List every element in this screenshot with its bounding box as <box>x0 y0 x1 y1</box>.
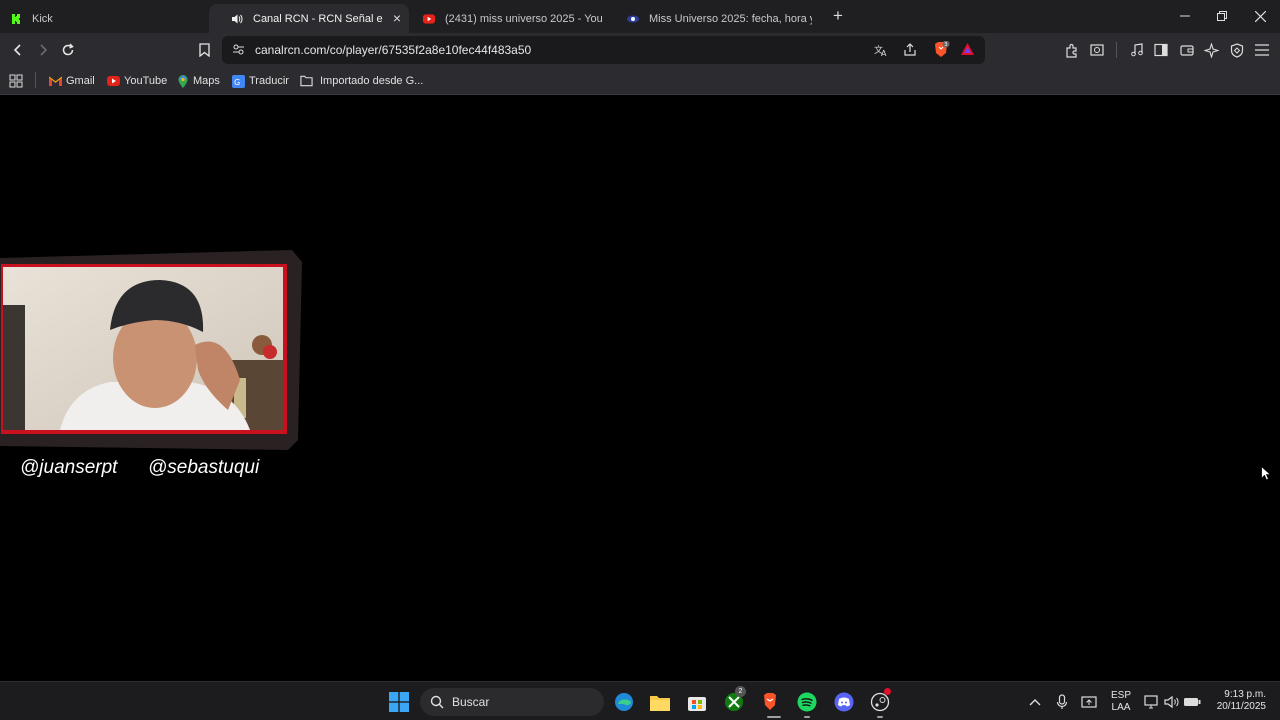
svg-text:3: 3 <box>944 42 947 48</box>
site-icon <box>627 13 639 25</box>
tab-canal-rcn[interactable]: Canal RCN - RCN Señal en Vivo × <box>209 4 409 33</box>
brave-rewards-icon[interactable] <box>960 42 975 62</box>
toolbar-divider <box>1116 42 1117 58</box>
active-app-indicator <box>767 716 781 718</box>
spotify-icon[interactable] <box>796 691 818 713</box>
screenshot-icon[interactable] <box>1087 40 1107 60</box>
tab-strip: Kick Canal RCN - RCN Señal en Vivo × (24… <box>0 0 1280 33</box>
forward-icon[interactable] <box>33 40 53 60</box>
bookmark-gmail[interactable]: Gmail <box>49 73 95 89</box>
windows-start-icon[interactable] <box>388 691 410 713</box>
streamer-handle: @juanserpt <box>20 457 118 478</box>
bookmark-traducir[interactable]: G Traducir <box>232 73 289 89</box>
bookmark-folder-importado[interactable]: Importado desde G... <box>300 73 423 89</box>
kick-icon <box>10 12 22 25</box>
minimize-icon[interactable] <box>1175 7 1195 25</box>
close-tab-icon[interactable]: × <box>393 11 401 25</box>
bookmark-icon[interactable] <box>194 40 214 60</box>
reload-icon[interactable] <box>58 40 78 60</box>
bookmark-maps[interactable]: Maps <box>176 73 220 89</box>
bookmarks-bar: Gmail YouTube Maps G Traducir Importado … <box>0 67 1280 95</box>
notification-dot <box>884 688 891 695</box>
edge-icon[interactable] <box>613 691 635 713</box>
url-text[interactable]: canalrcn.com/co/player/67535f2a8e10fec44… <box>255 43 531 57</box>
language-indicator[interactable]: ESP LAA <box>1108 690 1134 714</box>
back-icon[interactable] <box>8 40 28 60</box>
webcam-overlay <box>0 250 302 450</box>
translate-page-icon[interactable]: 文A <box>874 43 888 62</box>
youtube-icon <box>423 13 435 25</box>
maps-icon <box>176 74 189 88</box>
taskbar-search[interactable]: Buscar <box>420 688 604 716</box>
svg-text:A: A <box>881 49 887 57</box>
windows-taskbar: Buscar 2 ESP LAA 9:13 p.m. 20/11/2025 <box>0 681 1280 720</box>
gmail-icon <box>49 75 62 88</box>
svg-text:G: G <box>234 78 240 87</box>
bookmarks-divider <box>35 72 36 88</box>
extensions-icon[interactable] <box>1062 40 1082 60</box>
mouse-cursor-icon <box>1261 465 1272 486</box>
brave-shields-icon[interactable]: 3 <box>932 40 950 64</box>
battery-icon[interactable] <box>1181 691 1203 713</box>
tab-miss-universo[interactable]: Miss Universo 2025: fecha, hora y por <box>617 4 822 33</box>
tab-youtube[interactable]: (2431) miss universo 2025 - YouTube <box>413 4 613 33</box>
share-icon[interactable] <box>903 43 917 62</box>
xbox-badge: 2 <box>735 686 746 697</box>
discord-icon[interactable] <box>833 691 855 713</box>
address-bar[interactable]: canalrcn.com/co/player/67535f2a8e10fec44… <box>222 36 985 64</box>
streamer-handle: @sebastuqui <box>148 457 260 478</box>
wallet-icon[interactable] <box>1177 40 1197 60</box>
running-indicator <box>877 716 883 718</box>
bookmark-youtube[interactable]: YouTube <box>107 73 167 89</box>
translate-icon: G <box>232 74 245 88</box>
chevron-up-icon[interactable] <box>1024 691 1046 713</box>
microsoft-store-icon[interactable] <box>686 691 708 713</box>
clock[interactable]: 9:13 p.m. 20/11/2025 <box>1208 689 1266 713</box>
running-indicator <box>804 716 810 718</box>
screen-share-icon[interactable] <box>1078 691 1100 713</box>
menu-icon[interactable] <box>1252 40 1272 60</box>
sidebar-icon[interactable] <box>1151 40 1171 60</box>
leo-ai-icon[interactable] <box>1201 40 1221 60</box>
close-window-icon[interactable] <box>1250 7 1270 25</box>
browser-toolbar: canalrcn.com/co/player/67535f2a8e10fec44… <box>0 33 1280 67</box>
volume-icon[interactable] <box>1161 691 1183 713</box>
file-explorer-icon[interactable] <box>649 691 671 713</box>
network-icon[interactable] <box>1141 691 1163 713</box>
microphone-icon[interactable] <box>1051 691 1073 713</box>
site-settings-icon[interactable] <box>232 43 245 61</box>
restore-icon[interactable] <box>1212 7 1232 25</box>
speaker-icon <box>231 13 243 25</box>
brave-browser-icon[interactable] <box>759 691 781 713</box>
folder-icon <box>300 75 313 88</box>
apps-grid-icon[interactable] <box>9 73 23 89</box>
media-icon[interactable] <box>1127 40 1147 60</box>
search-icon <box>430 695 444 714</box>
youtube-icon <box>107 75 120 88</box>
new-tab-button[interactable]: + <box>829 7 847 25</box>
vpn-icon[interactable] <box>1227 40 1247 60</box>
tab-kick[interactable]: Kick <box>0 4 205 33</box>
